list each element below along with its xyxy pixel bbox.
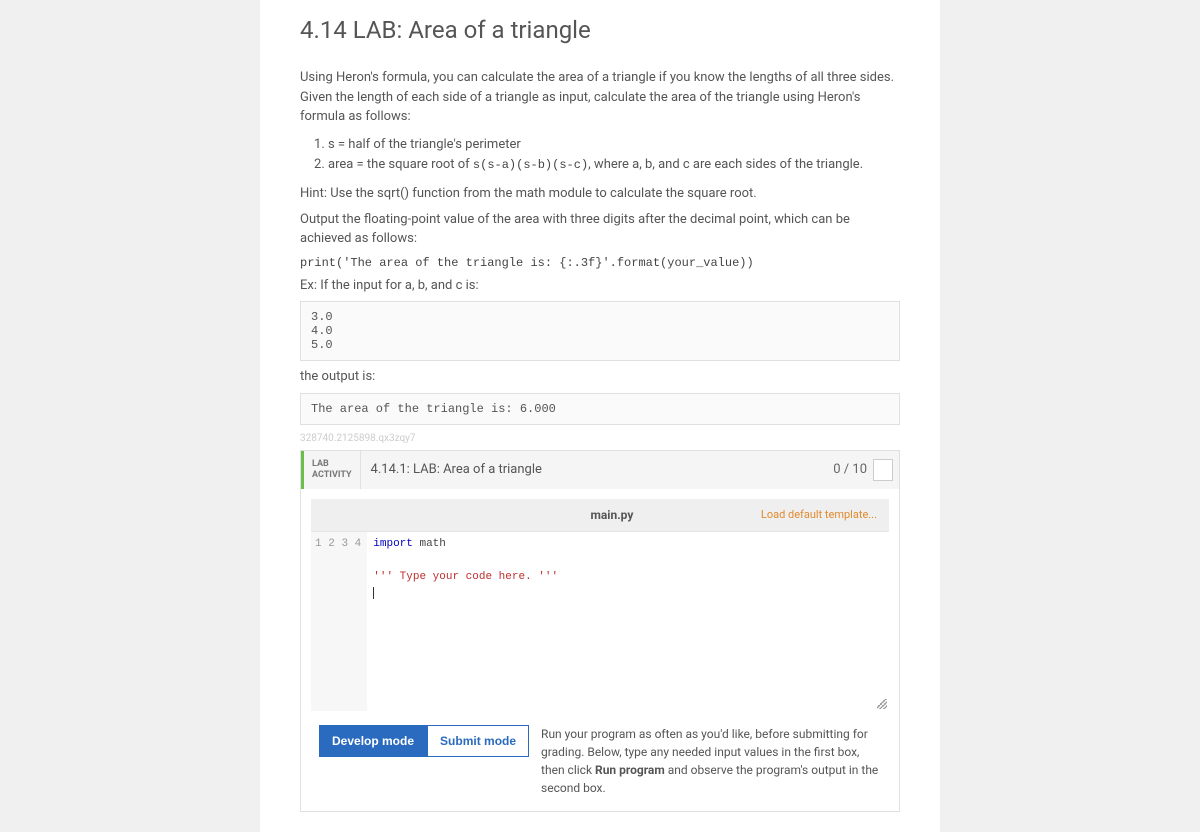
hint-text: Hint: Use the sqrt() function from the m… [300, 184, 900, 204]
code-editor[interactable]: 1 2 3 4 import math ''' Type your code h… [311, 531, 889, 711]
lab-tag: LAB ACTIVITY [304, 451, 361, 489]
lab-score-text: 0 / 10 [833, 462, 867, 477]
lab-tag-l1: LAB [312, 459, 352, 470]
step-1: s = half of the triangle's perimeter [328, 135, 900, 156]
step-2: area = the square root of s(s-a)(s-b)(s-… [328, 155, 900, 176]
output-spec: Output the floating-point value of the a… [300, 210, 900, 249]
lab-score: 0 / 10 [827, 451, 899, 489]
example-label: Ex: If the input for a, b, and c is: [300, 276, 900, 296]
file-bar: main.py Load default template... [311, 499, 889, 531]
lab-tag-l2: ACTIVITY [312, 470, 352, 481]
develop-mode-button[interactable]: Develop mode [319, 725, 427, 757]
submit-mode-button[interactable]: Submit mode [427, 725, 529, 757]
page-title: 4.14 LAB: Area of a triangle [300, 0, 900, 62]
step-2-formula: s(s-a)(s-b)(s-c) [473, 158, 588, 172]
mode-buttons: Develop mode Submit mode [319, 725, 529, 757]
module-math: math [413, 538, 446, 550]
example-output: The area of the triangle is: 6.000 [300, 393, 900, 425]
intro-paragraph: Using Heron's formula, you can calculate… [300, 68, 900, 127]
load-default-template-link[interactable]: Load default template... [761, 508, 877, 521]
lab-title: 4.14.1: LAB: Area of a triangle [361, 451, 828, 489]
step-2-suffix: , where a, b, and c are each sides of th… [588, 157, 863, 172]
score-checkbox-icon [873, 459, 893, 481]
example-output-label: the output is: [300, 367, 900, 387]
mode-row: Develop mode Submit mode Run your progra… [311, 711, 889, 801]
step-2-prefix: area = the square root of [328, 157, 473, 172]
file-name: main.py [590, 508, 633, 522]
resize-handle-icon[interactable] [877, 699, 887, 709]
text-cursor [373, 587, 374, 599]
code-placeholder-comment: ''' Type your code here. ''' [373, 571, 558, 583]
resource-id: 328740.2125898.qx3zqy7 [300, 433, 900, 444]
mode-help-text: Run your program as often as you'd like,… [541, 725, 881, 797]
print-code: print('The area of the triangle is: {:.3… [300, 256, 754, 270]
steps-list: s = half of the triangle's perimeter are… [328, 135, 900, 177]
kw-import: import [373, 538, 413, 550]
lab-activity-box: LAB ACTIVITY 4.14.1: LAB: Area of a tria… [300, 450, 900, 812]
example-input: 3.0 4.0 5.0 [300, 301, 900, 361]
lab-header: LAB ACTIVITY 4.14.1: LAB: Area of a tria… [301, 451, 899, 489]
lab-body: main.py Load default template... 1 2 3 4… [301, 489, 899, 811]
line-gutter: 1 2 3 4 [311, 532, 367, 711]
code-area[interactable]: import math ''' Type your code here. ''' [367, 532, 889, 711]
help-run-program: Run program [595, 763, 665, 777]
page-container: 4.14 LAB: Area of a triangle Using Heron… [260, 0, 940, 832]
